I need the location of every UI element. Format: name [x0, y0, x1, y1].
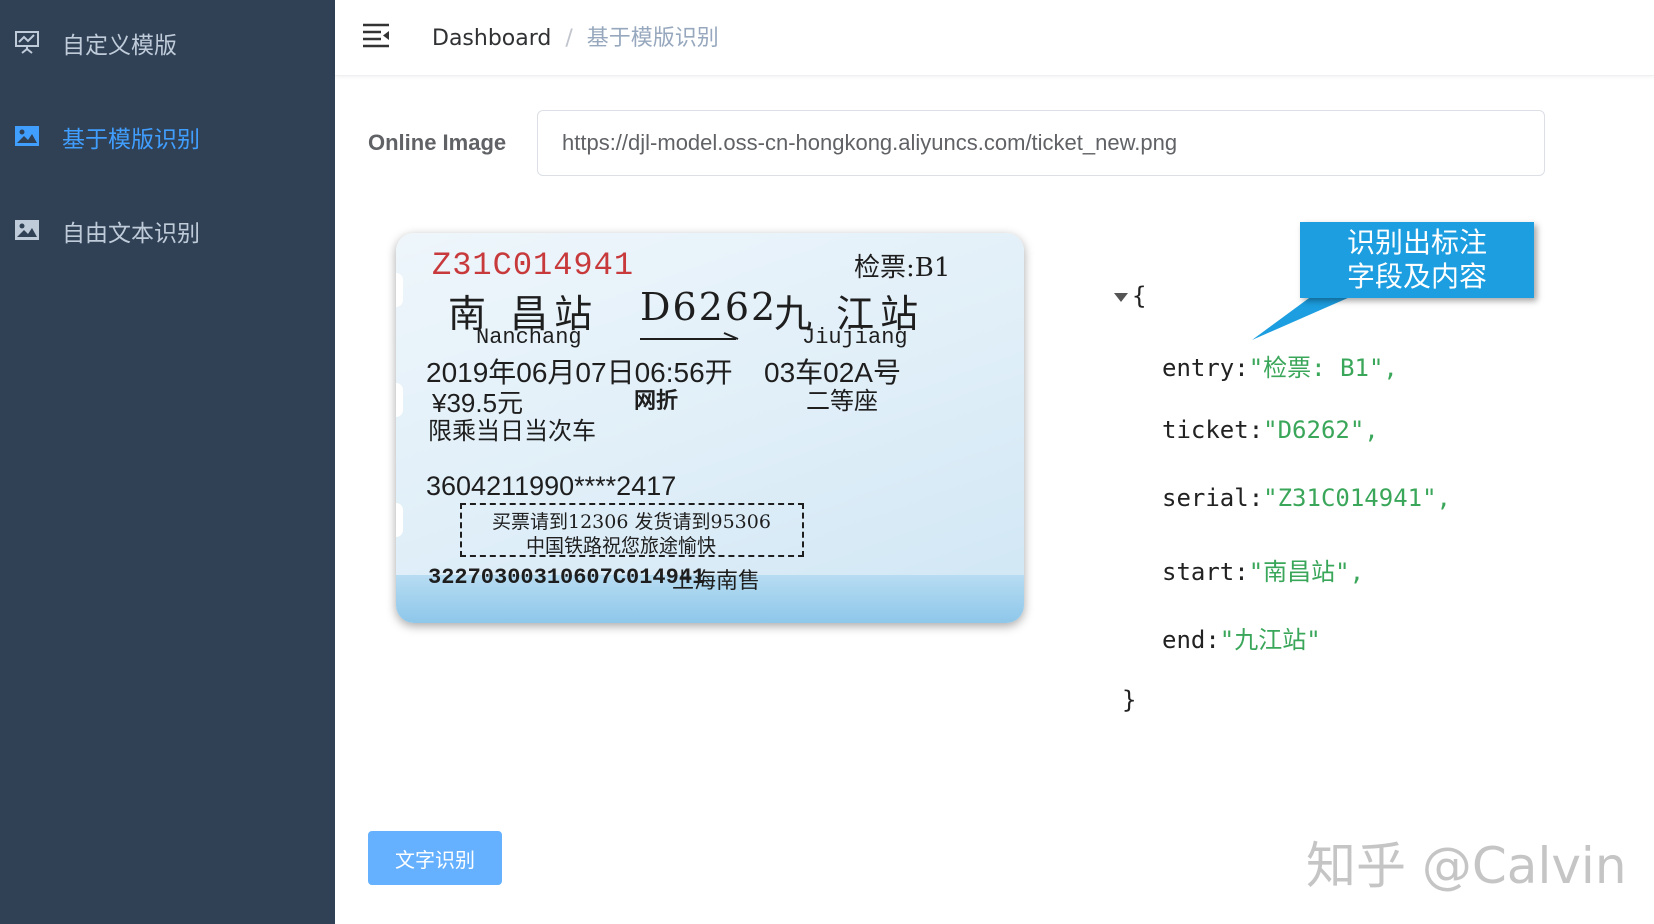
sidebar-item-label: 自由文本识别: [62, 221, 200, 247]
ticket-serial: Z31C014941: [432, 247, 635, 284]
presentation-chart-icon: [15, 31, 39, 54]
json-value: "检票: B1",: [1248, 354, 1398, 382]
json-field-row: end:"九江站": [1162, 620, 1321, 655]
watermark: 知乎 @Calvin: [1306, 837, 1627, 895]
json-close-brace: }: [1122, 686, 1137, 714]
breadcrumb-home[interactable]: Dashboard: [432, 26, 551, 51]
ticket-to-pinyin: Jiujiang: [802, 325, 908, 350]
ticket-discount: 网折: [634, 388, 679, 413]
json-value: "D6262",: [1263, 416, 1379, 444]
breadcrumb: Dashboard / 基于模版识别: [432, 20, 719, 52]
json-key: end:: [1162, 626, 1220, 654]
json-open-brace: {: [1132, 282, 1147, 310]
sidebar-item-free-text-recognition[interactable]: 自由文本识别: [0, 200, 335, 260]
ticket-office: 上海南售: [672, 568, 761, 593]
ticket-limit: 限乘当日当次车: [428, 418, 596, 445]
json-field-row: entry:"检票: B1",: [1162, 348, 1398, 383]
callout-line1: 识别出标注: [1346, 226, 1487, 259]
json-value: "Z31C014941",: [1263, 484, 1451, 512]
json-field-row: ticket:"D6262",: [1162, 416, 1379, 444]
json-key: ticket:: [1162, 416, 1264, 444]
navbar: Dashboard / 基于模版识别: [335, 0, 1654, 76]
ticket-image: Z31C014941 检票:B1 南 昌站 D6262 九 江站 Nanchan…: [366, 215, 1036, 645]
json-value: "九江站": [1219, 626, 1321, 654]
image-icon: [15, 126, 39, 146]
ticket-code: 32270300310607C014941: [428, 565, 706, 590]
ticket-train-number: D6262: [640, 285, 778, 329]
arrow-right-icon: [640, 332, 739, 340]
sidebar-item-label: 自定义模版: [62, 33, 177, 59]
json-value: "南昌站",: [1248, 558, 1365, 586]
ticket-notch: [396, 503, 403, 537]
ticket-from-pinyin: Nanchang: [476, 325, 582, 350]
hamburger-fold-icon[interactable]: [361, 20, 391, 50]
callout-line2: 字段及内容: [1346, 260, 1487, 293]
sidebar-item-label: 基于模版识别: [62, 127, 200, 153]
json-key: start:: [1162, 558, 1249, 586]
ticket-notice-line2: 中国铁路祝您旅途愉快: [526, 535, 717, 557]
sidebar-item-template-recognition[interactable]: 基于模版识别: [0, 106, 335, 166]
annotation-callout: 识别出标注 字段及内容: [1300, 222, 1534, 298]
json-open-line: {: [1114, 282, 1146, 310]
train-ticket: Z31C014941 检票:B1 南 昌站 D6262 九 江站 Nanchan…: [396, 233, 1024, 623]
ticket-id-number: 3604211990****2417: [426, 471, 677, 501]
breadcrumb-current: 基于模版识别: [586, 26, 719, 51]
ticket-entry: 检票:B1: [854, 253, 951, 283]
image-url-input[interactable]: [537, 110, 1545, 176]
collapse-triangle-icon[interactable]: [1114, 292, 1128, 302]
json-key: entry:: [1162, 354, 1249, 382]
json-key: serial:: [1162, 484, 1264, 512]
ticket-notch: [396, 383, 403, 417]
recognize-text-button[interactable]: 文字识别: [368, 831, 502, 885]
online-image-label: Online Image: [368, 130, 507, 155]
ticket-notch: [396, 273, 403, 307]
breadcrumb-separator: /: [565, 26, 573, 51]
sidebar: 自定义模版 基于模版识别 自由文本识别: [0, 0, 335, 924]
ticket-notice-line1: 买票请到12306 发货请到95306: [492, 511, 771, 533]
json-field-row: serial:"Z31C014941",: [1162, 484, 1451, 512]
callout-pointer: [1252, 290, 1366, 340]
sidebar-item-custom-template[interactable]: 自定义模版: [0, 12, 335, 72]
ticket-class: 二等座: [806, 388, 878, 415]
json-field-row: start:"南昌站",: [1162, 552, 1364, 587]
image-icon: [15, 220, 39, 240]
